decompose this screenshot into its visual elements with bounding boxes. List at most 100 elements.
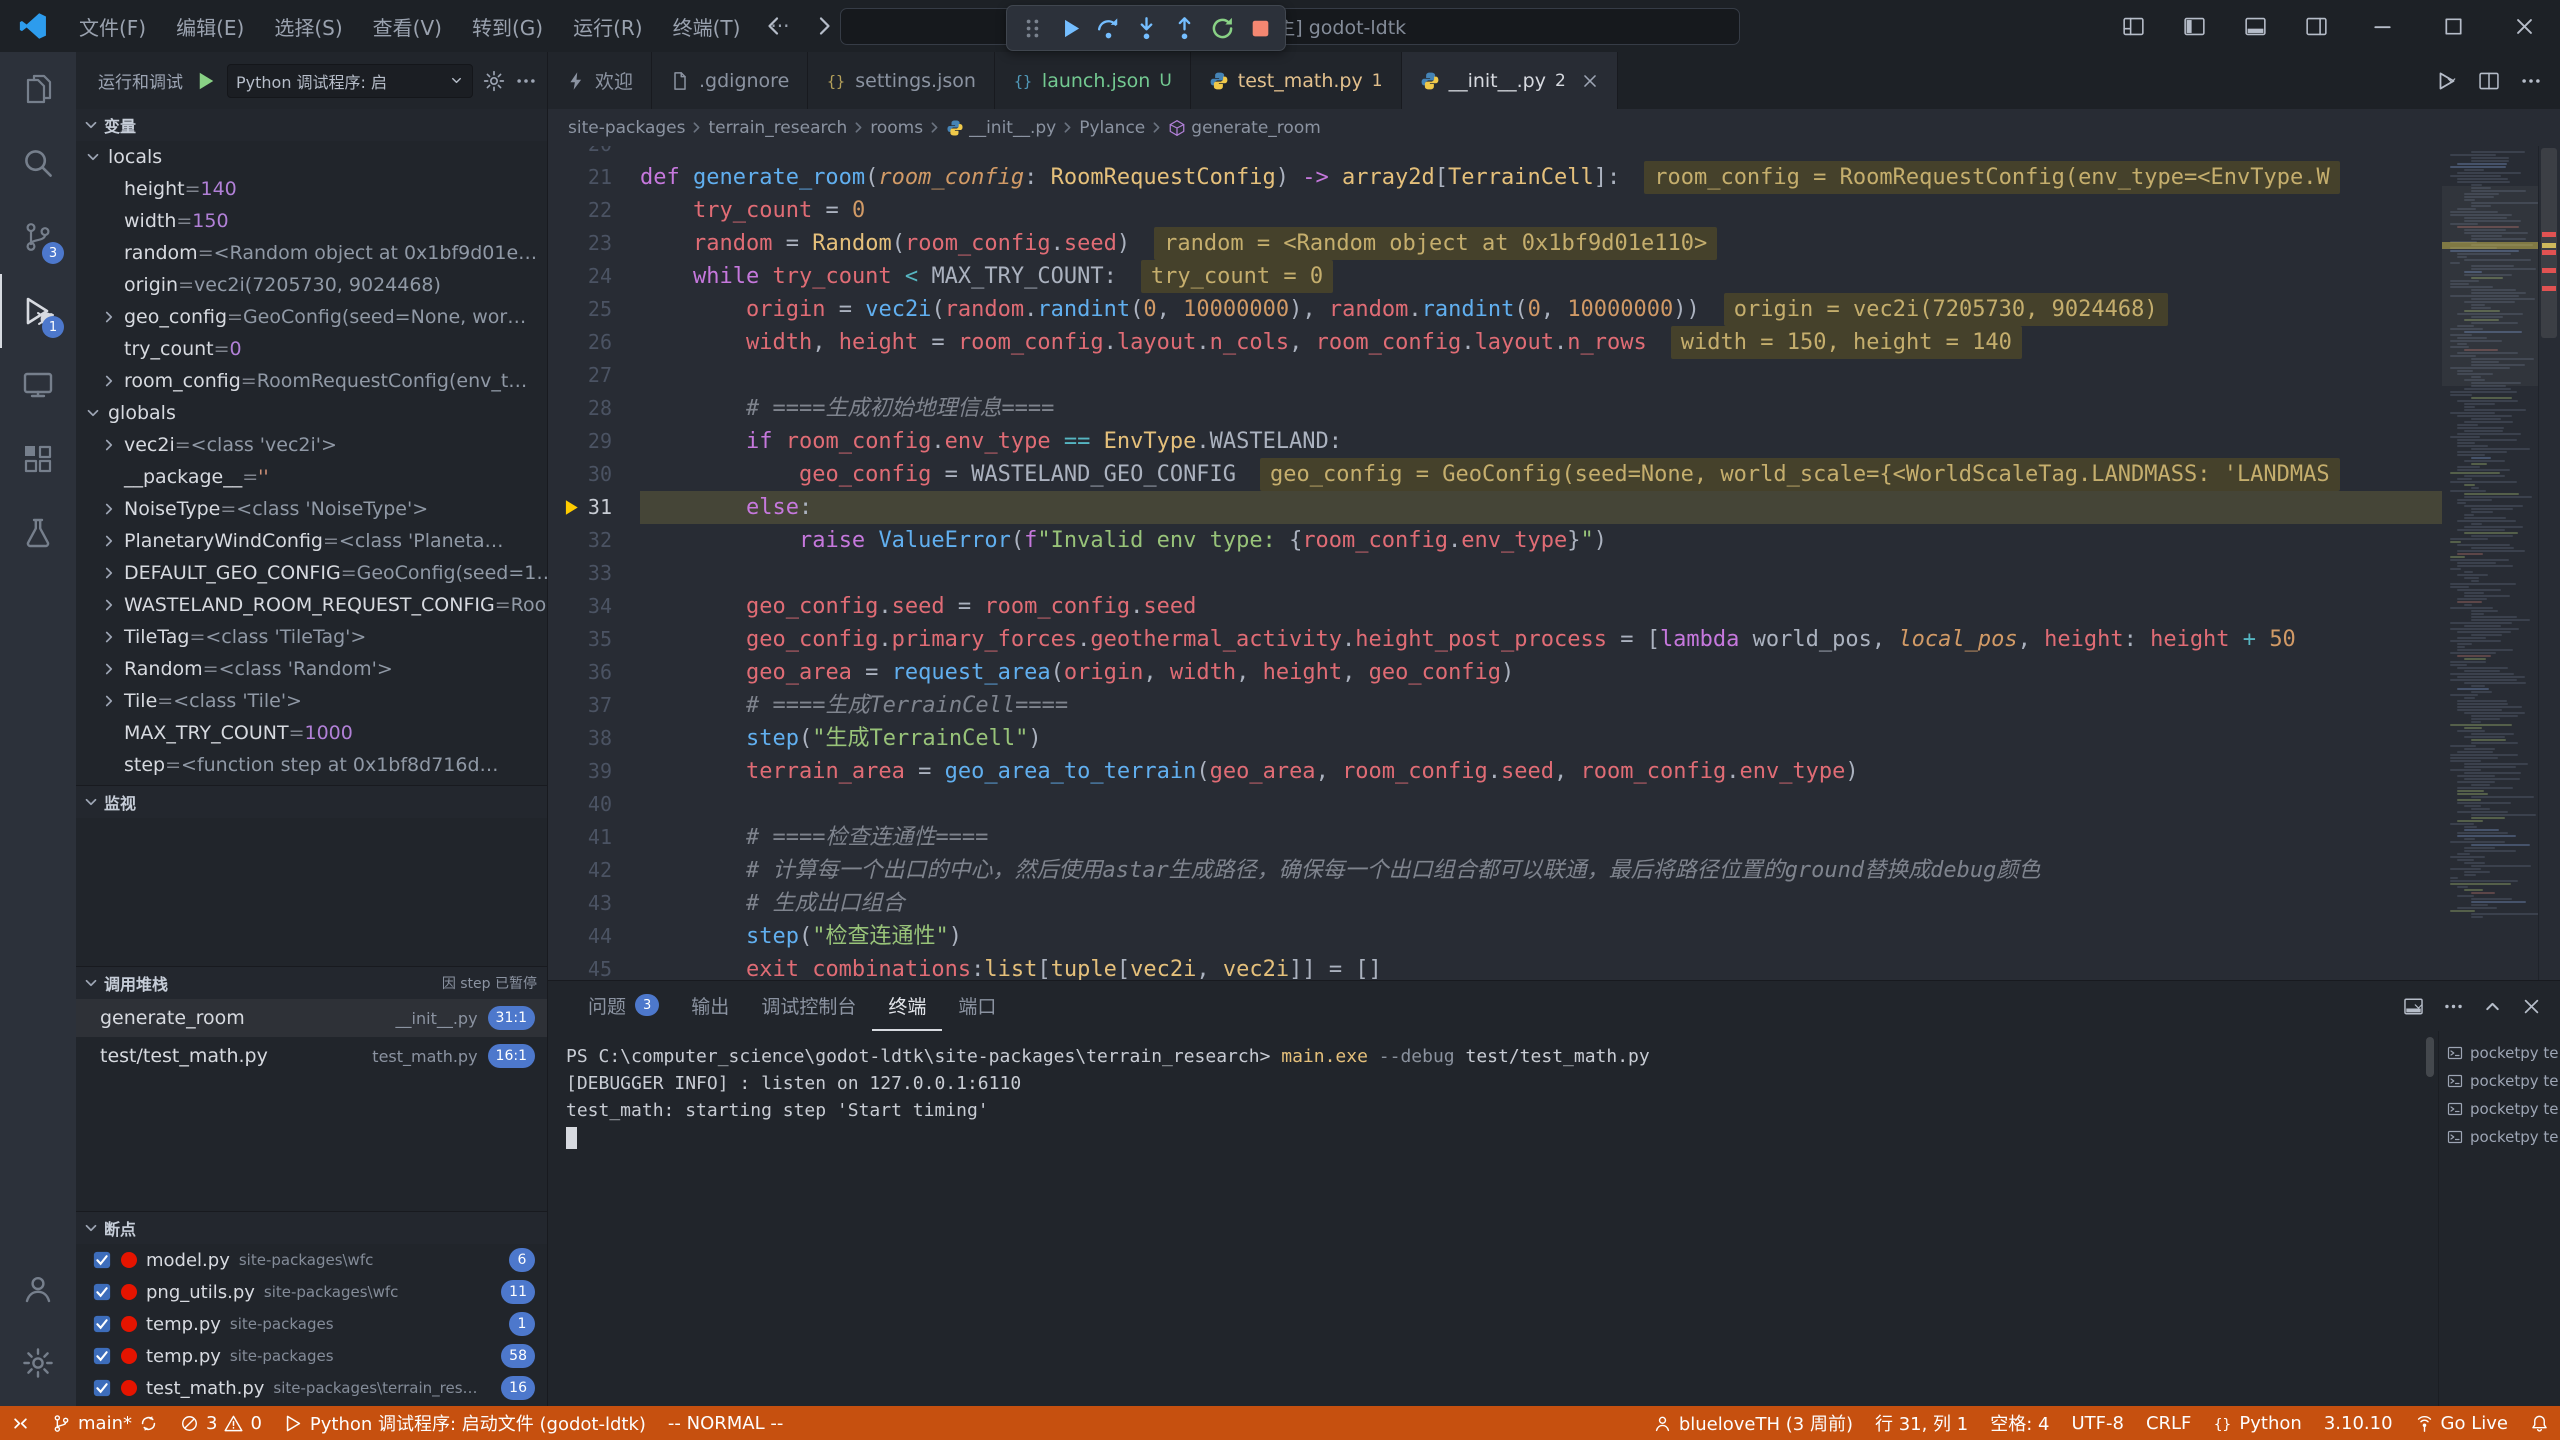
code-line[interactable]: 32 raise ValueError(f"Invalid env type: … [548,524,2442,557]
code-line[interactable]: 31 else: [548,491,2442,524]
variable-row[interactable]: __package__ = '' [76,461,547,493]
gutter-line-number[interactable]: 34 [548,590,640,623]
minimize-button[interactable] [2347,0,2418,52]
code-line[interactable]: 41 # ====检查连通性==== [548,821,2442,854]
status-indentation[interactable]: 空格: 4 [1979,1406,2060,1440]
variable-row[interactable]: random = <Random object at 0x1bf9d01e… [76,237,547,269]
gutter-line-number[interactable]: 41 [548,821,640,854]
status-eol[interactable]: CRLF [2135,1406,2202,1440]
debug-restart-button[interactable] [1203,8,1241,48]
breakpoint-checkbox-icon[interactable] [92,1250,112,1270]
menu-item[interactable]: 运行(R) [558,0,658,52]
menu-item[interactable]: 终端(T) [658,0,756,52]
variable-row[interactable]: width = 150 [76,205,547,237]
breakpoint-checkbox-icon[interactable] [92,1346,112,1366]
menu-item[interactable]: 查看(V) [358,0,457,52]
debug-stop-button[interactable] [1241,8,1279,48]
tab-close-icon[interactable] [1581,72,1599,90]
status-git-blame[interactable]: blueloveTH (3 周前) [1642,1406,1864,1440]
code-line[interactable]: 36 geo_area = request_area(origin, width… [548,656,2442,689]
callstack-section-header[interactable]: 调用堆栈 因 step 已暂停 [76,967,547,999]
panel-more-actions-button[interactable] [2443,996,2464,1017]
code-content[interactable]: 20 21 def generate_room(room_config: Roo… [548,146,2442,980]
variable-row[interactable]: height = 140 [76,173,547,205]
code-line[interactable]: 35 geo_config.primary_forces.geothermal_… [548,623,2442,656]
debug-continue-button[interactable] [1051,8,1089,48]
gutter-line-number[interactable]: 27 [548,359,640,392]
gutter-line-number[interactable]: 36 [548,656,640,689]
code-line[interactable]: 24 while try_count < MAX_TRY_COUNT:try_c… [548,260,2442,293]
variable-scope[interactable]: locals [76,141,547,173]
code-line[interactable]: 23 random = Random(room_config.seed)rand… [548,227,2442,260]
variable-row[interactable]: WASTELAND_ROOM_REQUEST_CONFIG = RoomR… [76,589,547,621]
breakpoint-row[interactable]: model.py site-packages\wfc 6 [76,1244,547,1276]
status-problems[interactable]: 30 [169,1406,273,1440]
layout-grid-button[interactable] [2103,0,2164,52]
panel-bottom-button[interactable] [2225,0,2286,52]
panel-tab[interactable]: 输出 [675,981,745,1031]
gutter-line-number[interactable]: 24 [548,260,640,293]
status-cursor-position[interactable]: 行 31, 列 1 [1864,1406,1979,1440]
gutter-line-number[interactable]: 29 [548,425,640,458]
breakpoint-row[interactable]: temp.py site-packages 1 [76,1308,547,1340]
variable-row[interactable]: PlanetaryWindConfig = <class 'Planeta… [76,525,547,557]
activity-explorer[interactable] [0,52,76,126]
editor-tab[interactable]: {} launch.json U [995,52,1191,109]
gutter-line-number[interactable]: 37 [548,689,640,722]
variable-row[interactable]: geo_config = GeoConfig(seed=None, wor… [76,301,547,333]
code-line[interactable]: 37 # ====生成TerrainCell==== [548,689,2442,722]
editor-tab[interactable]: test_math.py 1 [1191,52,1402,109]
menu-item[interactable]: 文件(F) [64,0,161,52]
editor-scrollbar[interactable] [2538,146,2560,980]
activity-source-control[interactable]: 3 [0,200,76,274]
code-line[interactable]: 29 if room_config.env_type == EnvType.WA… [548,425,2442,458]
gutter-line-number[interactable]: 23 [548,227,640,260]
code-line[interactable]: 43 # 生成出口组合 [548,887,2442,920]
panel-tab[interactable]: 终端 [872,981,942,1031]
panel-tab[interactable]: 问题3 [572,981,675,1031]
debug-config-select[interactable]: Python 调试程序: 启 [227,64,473,98]
gutter-line-number[interactable]: 28 [548,392,640,425]
editor-tab[interactable]: __init__.py 2 [1402,52,1618,109]
menu-item[interactable]: 转到(G) [457,0,558,52]
code-line[interactable]: 34 geo_config.seed = room_config.seed [548,590,2442,623]
gutter-line-number[interactable]: 45 [548,953,640,980]
code-line[interactable]: 38 step("生成TerrainCell") [548,722,2442,755]
terminal-list-item[interactable]: pocketpy te… [2439,1039,2560,1067]
breakpoint-row[interactable]: test_math.py site-packages\terrain_res… … [76,1372,547,1404]
status-language-mode[interactable]: {}Python [2202,1406,2312,1440]
editor-tab[interactable]: {} settings.json [808,52,995,109]
gutter-line-number[interactable]: 42 [548,854,640,887]
breadcrumb-item[interactable]: rooms [870,118,923,138]
gutter-line-number[interactable]: 30 [548,458,640,491]
terminal-new-button[interactable] [2403,996,2425,1017]
variable-row[interactable]: Random = <class 'Random'> [76,653,547,685]
breakpoints-section-header[interactable]: 断点 [76,1212,547,1244]
gutter-line-number[interactable]: 40 [548,788,640,821]
gutter-line-number[interactable]: 44 [548,920,640,953]
panel-maximize-button[interactable] [2482,996,2503,1017]
activity-account[interactable] [0,1252,76,1326]
status-debug-session[interactable]: Python 调试程序: 启动文件 (godot-ldtk) [273,1406,657,1440]
code-line[interactable]: 40 [548,788,2442,821]
code-line[interactable]: 28 # ====生成初始地理信息==== [548,392,2442,425]
code-line[interactable]: 45 exit_combinations:list[tuple[vec2i, v… [548,953,2442,980]
nav-forward-icon[interactable] [812,14,836,38]
status-go-live[interactable]: Go Live [2404,1406,2519,1440]
code-line[interactable]: 26 width, height = room_config.layout.n_… [548,326,2442,359]
editor-more-actions-button[interactable] [2520,70,2542,92]
nav-back-icon[interactable] [762,14,786,38]
activity-extensions[interactable] [0,422,76,496]
status-vim-mode[interactable]: -- NORMAL -- [657,1406,794,1440]
gutter-line-number[interactable]: 39 [548,755,640,788]
maximize-button[interactable] [2418,0,2489,52]
activity-settings[interactable] [0,1326,76,1400]
terminal-list-item[interactable]: pocketpy te… [2439,1095,2560,1123]
run-python-file-button[interactable] [2435,70,2458,92]
callstack-frame[interactable]: test/test_math.py test_math.py 16:1 [76,1037,547,1075]
menu-item[interactable]: 编辑(E) [161,0,259,52]
breadcrumb-item[interactable]: site-packages [568,118,685,138]
code-line[interactable]: 33 [548,557,2442,590]
terminal-output[interactable]: PS C:\computer_science\godot-ldtk\site-p… [548,1031,2422,1406]
code-line[interactable]: 22 try_count = 0 [548,194,2442,227]
